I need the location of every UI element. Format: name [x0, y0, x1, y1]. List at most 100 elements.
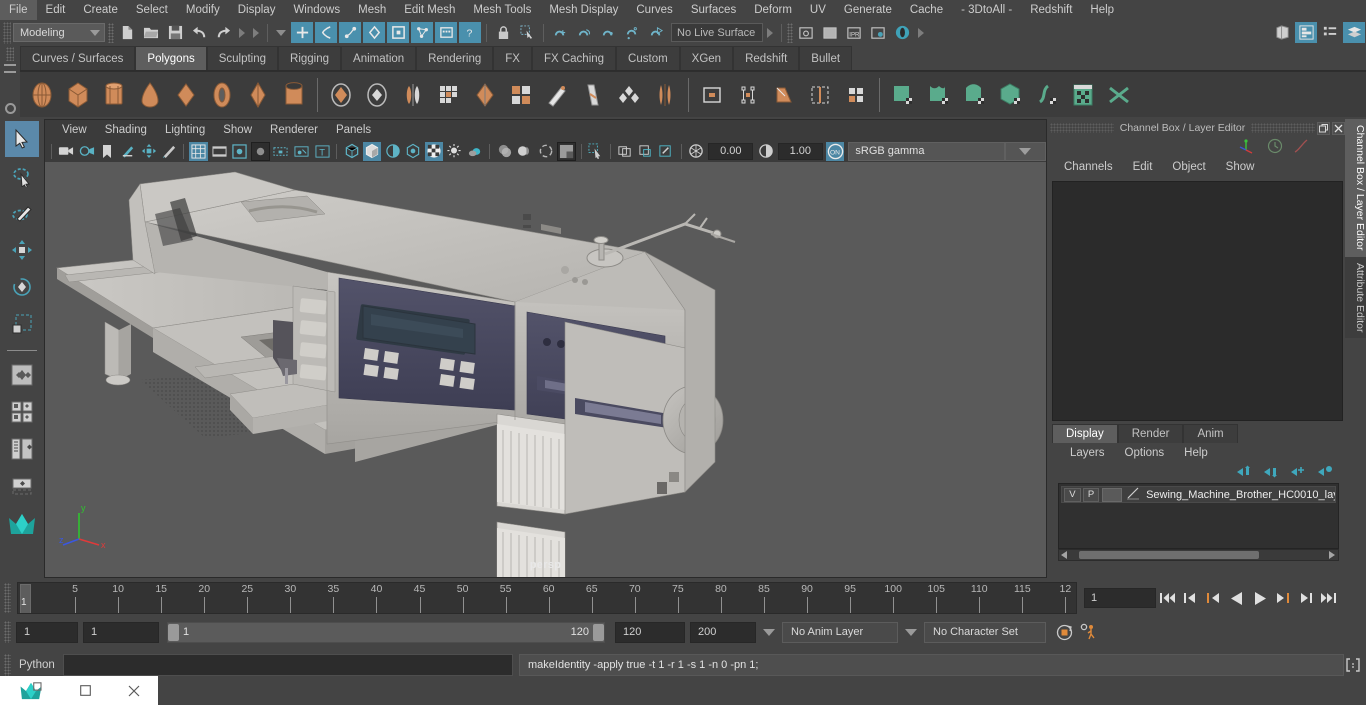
object-menu[interactable]: Object [1162, 161, 1215, 173]
insert-edge-loop-icon[interactable] [803, 76, 837, 114]
target-weld-icon[interactable] [648, 76, 682, 114]
step-forward-frame-icon[interactable] [1271, 586, 1294, 610]
shaded-wireframe-icon[interactable] [424, 141, 444, 161]
viewport-menu-shading[interactable]: Shading [96, 124, 156, 136]
sculpt-tool-icon[interactable] [540, 76, 574, 114]
uv-spherical-map-icon[interactable] [958, 76, 992, 114]
menu-create[interactable]: Create [74, 0, 127, 20]
ipr-render-icon[interactable]: IPR [843, 22, 865, 43]
xray-joints-icon[interactable] [637, 142, 656, 161]
combine-icon[interactable] [396, 76, 430, 114]
menu-windows[interactable]: Windows [284, 0, 349, 20]
camera-attributes-icon[interactable] [78, 142, 97, 161]
panel-grip-right[interactable] [1251, 123, 1315, 133]
poly-prism-icon[interactable] [241, 76, 275, 114]
select-camera-icon[interactable] [57, 142, 76, 161]
render-grip[interactable] [787, 22, 793, 43]
curve-icon[interactable] [1293, 138, 1309, 157]
shadows-icon[interactable] [466, 142, 485, 161]
boolean-difference-icon[interactable] [360, 76, 394, 114]
xray-mode-icon[interactable] [616, 142, 635, 161]
boolean-union-icon[interactable] [324, 76, 358, 114]
time-slider-grip[interactable] [4, 583, 11, 613]
undo-icon[interactable] [188, 22, 210, 43]
move-layer-down-icon[interactable] [1263, 465, 1279, 481]
command-language-label[interactable]: Python [11, 659, 63, 671]
four-view-layout-button[interactable] [5, 394, 39, 430]
layers-menu[interactable]: Layers [1060, 447, 1115, 459]
shelf-tab-rigging[interactable]: Rigging [278, 46, 342, 70]
character-set-chevron-down-icon[interactable] [905, 628, 917, 636]
viewport-menu-panels[interactable]: Panels [327, 124, 380, 136]
menu-mesh-tools[interactable]: Mesh Tools [464, 0, 540, 20]
script-editor-icon[interactable] [1344, 656, 1362, 674]
clock-icon[interactable] [1267, 138, 1283, 157]
poly-plane-icon[interactable] [169, 76, 203, 114]
hypershade-icon[interactable] [891, 22, 913, 43]
bevel-icon[interactable] [576, 76, 610, 114]
bookmark-icon[interactable] [98, 142, 117, 161]
uv-snapshot-icon[interactable] [1102, 76, 1136, 114]
color-management-toggle-icon[interactable]: ON [825, 141, 845, 161]
shelf-tab-polygons[interactable]: Polygons [135, 46, 207, 70]
new-scene-icon[interactable] [116, 22, 138, 43]
expand-right-icon-4[interactable] [918, 27, 924, 38]
range-end-handle[interactable] [593, 623, 604, 641]
snap-magnet-point-icon[interactable] [597, 22, 619, 43]
snap-curve-icon[interactable] [387, 22, 409, 43]
shelf-tab-rendering[interactable]: Rendering [416, 46, 494, 70]
uv-cylindrical-map-icon[interactable] [922, 76, 956, 114]
shelf-tab-animation[interactable]: Animation [341, 46, 417, 70]
color-management-chevron-down-icon[interactable] [1004, 141, 1046, 161]
anim-layer-chevron-down-icon[interactable] [763, 628, 775, 636]
move-tool[interactable] [5, 232, 39, 268]
poly-cylinder-icon[interactable] [97, 76, 131, 114]
snap-point-icon[interactable] [411, 22, 433, 43]
status-line-grip[interactable] [3, 21, 11, 44]
viewport-menu-renderer[interactable]: Renderer [261, 124, 327, 136]
uv-editor-icon[interactable] [1066, 76, 1100, 114]
menu-mesh[interactable]: Mesh [349, 0, 395, 20]
time-slider-track[interactable]: 1 5 10 15 20 25 30 35 40 45 50 55 60 65 70 75 80 85 90 95 1… [17, 582, 1077, 614]
layer-row[interactable]: V P Sewing_Machine_Brother_HC0010_lay [1061, 486, 1336, 503]
menu-redshift[interactable]: Redshift [1021, 0, 1081, 20]
maya-app-icon[interactable] [0, 676, 61, 705]
poly-cone-icon[interactable] [133, 76, 167, 114]
shelf-options-gear-icon[interactable] [4, 103, 16, 114]
expand-right-icon-3[interactable] [767, 27, 773, 38]
shelf-tab-xgen[interactable]: XGen [679, 46, 734, 70]
menu-uv[interactable]: UV [801, 0, 835, 20]
render-current-frame-icon[interactable] [795, 22, 817, 43]
tab-anim[interactable]: Anim [1183, 424, 1238, 443]
viewport-menu-view[interactable]: View [53, 124, 96, 136]
shelf-tab-fx[interactable]: FX [493, 46, 532, 70]
axis-gizmo-icon[interactable] [1239, 138, 1257, 157]
image-plane-icon[interactable] [119, 142, 138, 161]
menu-deform[interactable]: Deform [745, 0, 801, 20]
select-tool[interactable] [5, 121, 39, 157]
show-menu[interactable]: Show [1216, 161, 1265, 173]
gamma-icon[interactable] [756, 142, 775, 161]
current-frame-field[interactable]: 1 [1084, 588, 1156, 608]
expand-right-icon-2[interactable] [253, 27, 259, 38]
menu-modify[interactable]: Modify [177, 0, 229, 20]
toolbar-grip[interactable] [108, 22, 114, 43]
tool-settings-toggle-icon[interactable] [1319, 22, 1341, 43]
close-window-icon[interactable] [109, 676, 158, 705]
scroll-right-icon[interactable] [1329, 551, 1335, 559]
range-start-handle[interactable] [168, 623, 179, 641]
gate-mask-icon[interactable] [251, 141, 270, 161]
motion-blur-icon[interactable] [516, 142, 535, 161]
shelf-tab-bullet[interactable]: Bullet [799, 46, 853, 70]
menu-curves[interactable]: Curves [627, 0, 681, 20]
close-icon[interactable] [1332, 121, 1345, 135]
menu-3dtoall[interactable]: - 3DtoAll - [952, 0, 1021, 20]
rotate-tool[interactable] [5, 269, 39, 305]
save-scene-icon[interactable] [164, 22, 186, 43]
layer-list[interactable]: V P Sewing_Machine_Brother_HC0010_lay [1058, 483, 1339, 549]
live-surface-field[interactable]: No Live Surface [671, 23, 763, 42]
lock-icon[interactable] [492, 22, 514, 43]
grid-toggle-icon[interactable] [189, 141, 208, 161]
viewport-menu-lighting[interactable]: Lighting [156, 124, 214, 136]
uv-planar-map-icon[interactable] [886, 76, 920, 114]
